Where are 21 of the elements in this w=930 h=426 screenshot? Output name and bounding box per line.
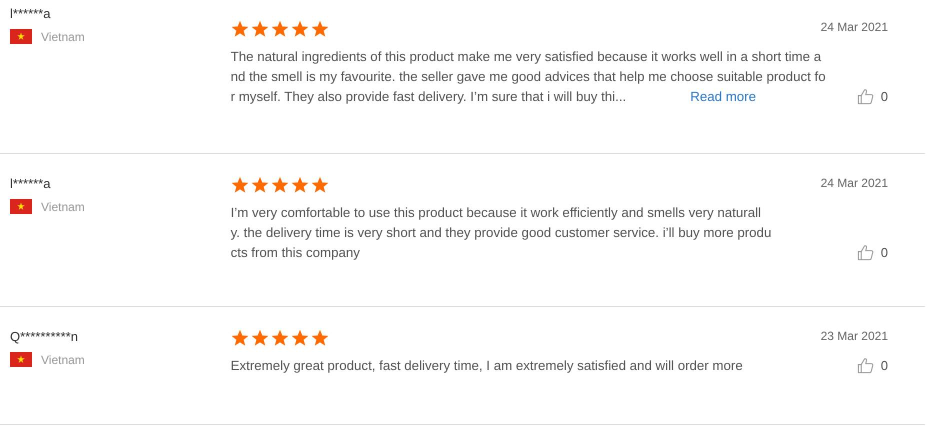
flag-icon	[10, 199, 32, 214]
country-name: Vietnam	[41, 200, 85, 214]
country-name: Vietnam	[41, 30, 85, 44]
review-date: 24 Mar 2021	[820, 176, 888, 190]
review-date: 23 Mar 2021	[820, 329, 888, 343]
review-date: 24 Mar 2021	[820, 20, 888, 34]
thumbs-up-icon[interactable]	[856, 244, 874, 261]
thumbs-up-icon[interactable]	[856, 357, 874, 374]
review-text: I’m very comfortable to use this product because it work efficiently and smells very naturall y. the delivery time is very short and they provide good customer service. i’ll buy more produ cts from this company	[230, 204, 772, 262]
thumbs-up-icon[interactable]	[856, 88, 874, 105]
reviewer-name: l******a	[10, 6, 52, 21]
read-more-link[interactable]: Read more	[690, 89, 756, 104]
country-name: Vietnam	[41, 352, 85, 366]
like-count: 0	[880, 89, 888, 104]
flag-icon	[10, 352, 32, 367]
like-count: 0	[880, 245, 888, 260]
flag-icon	[10, 29, 32, 44]
reviewer-name: Q**********n	[10, 329, 79, 344]
reviewer-name: l******a	[10, 176, 52, 191]
like-count: 0	[880, 358, 888, 373]
review-text: Extremely great product, fast delivery time, I am extremely satisfied and will order more	[230, 357, 744, 375]
